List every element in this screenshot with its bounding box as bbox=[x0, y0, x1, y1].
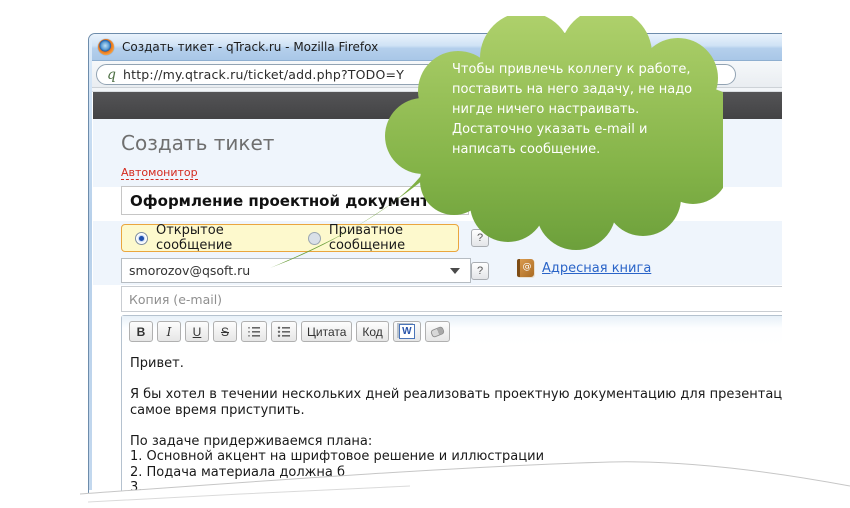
window-left-glass-edge bbox=[88, 40, 92, 490]
open-message-radio[interactable] bbox=[135, 231, 148, 245]
strikethrough-button[interactable]: S bbox=[213, 321, 237, 342]
open-message-label: Открытое сообщение bbox=[156, 223, 233, 253]
dropdown-arrow-icon bbox=[450, 267, 460, 274]
editor-toolbar: B I U S Цитата Код W bbox=[122, 316, 782, 347]
private-message-radio[interactable] bbox=[307, 231, 321, 245]
message-line bbox=[130, 372, 782, 388]
bold-button[interactable]: B bbox=[129, 321, 153, 342]
message-line: Привет. bbox=[130, 356, 184, 371]
tooltip-line: Достаточно указать e-mail и bbox=[452, 122, 648, 137]
private-message-label: Приватное сообщение bbox=[328, 223, 406, 253]
cloud-tooltip-text: Чтобы привлечь коллегу к работе, постави… bbox=[452, 60, 708, 160]
bullet-list-icon bbox=[277, 326, 290, 337]
recipient-dropdown[interactable]: smorozov@qsoft.ru bbox=[121, 258, 471, 283]
tooltip-line: Чтобы привлечь коллегу к работе, bbox=[452, 62, 691, 77]
message-line bbox=[130, 418, 782, 434]
paste-from-word-button[interactable]: W bbox=[392, 321, 421, 342]
ordered-list-icon bbox=[248, 326, 260, 337]
clear-formatting-button[interactable] bbox=[424, 321, 450, 342]
message-line: 1. Основной акцент на шрифтовое решение … bbox=[130, 449, 545, 464]
message-line: 3. bbox=[130, 480, 143, 495]
firefox-icon bbox=[98, 39, 114, 55]
url-text: http://my.qtrack.ru/ticket/add.php?TODO=… bbox=[122, 67, 405, 82]
page-content: Создать тикет Автомонитор Открытое сообщ… bbox=[93, 119, 782, 495]
address-book-link[interactable]: Адресная книга bbox=[542, 261, 651, 276]
bullet-list-button[interactable] bbox=[271, 321, 297, 342]
screenshot-canvas: Создать тикет - qTrack.ru - Mozilla Fire… bbox=[0, 0, 850, 508]
window-titlebar[interactable]: Создать тикет - qTrack.ru - Mozilla Fire… bbox=[89, 34, 782, 61]
message-textarea[interactable]: Привет. Я бы хотел в течении нескольких … bbox=[130, 356, 782, 495]
recipient-value: smorozov@qsoft.ru bbox=[129, 263, 251, 278]
tooltip-line: поставить на него задачу, не надо bbox=[452, 82, 693, 97]
message-visibility-group: Открытое сообщение Приватное сообщение bbox=[121, 223, 459, 253]
window-title: Создать тикет - qTrack.ru - Mozilla Fire… bbox=[122, 40, 379, 54]
message-line: Я бы хотел в течении нескольких дней реа… bbox=[130, 387, 782, 402]
address-book-icon: @ bbox=[517, 259, 534, 277]
message-line: По задаче придерживаемся плана: bbox=[130, 433, 373, 449]
tooltip-line: написать сообщение. bbox=[452, 142, 601, 157]
site-favicon-icon: q bbox=[107, 66, 116, 83]
code-button[interactable]: Код bbox=[356, 321, 389, 342]
eraser-icon bbox=[429, 325, 445, 338]
italic-button[interactable]: I bbox=[157, 321, 181, 342]
ordered-list-button[interactable] bbox=[241, 321, 267, 342]
ticket-title-input[interactable] bbox=[121, 186, 469, 215]
underline-button[interactable]: U bbox=[185, 321, 209, 342]
message-line: 2. Подача материала должна б bbox=[130, 464, 345, 480]
visibility-help-button[interactable]: ? bbox=[471, 229, 489, 247]
quote-button[interactable]: Цитата bbox=[301, 321, 353, 342]
message-editor[interactable]: B I U S Цитата Код W Привет. Я бы хотел … bbox=[121, 315, 782, 495]
automonitor-link[interactable]: Автомонитор bbox=[121, 166, 198, 180]
recipient-help-button[interactable]: ? bbox=[471, 262, 489, 280]
tooltip-line: нигде ничего настраивать. bbox=[452, 102, 640, 117]
page-title: Создать тикет bbox=[121, 131, 275, 155]
word-paste-icon: W bbox=[398, 324, 415, 339]
copy-email-input[interactable] bbox=[121, 286, 782, 312]
message-line: самое время приступить. bbox=[130, 402, 305, 418]
